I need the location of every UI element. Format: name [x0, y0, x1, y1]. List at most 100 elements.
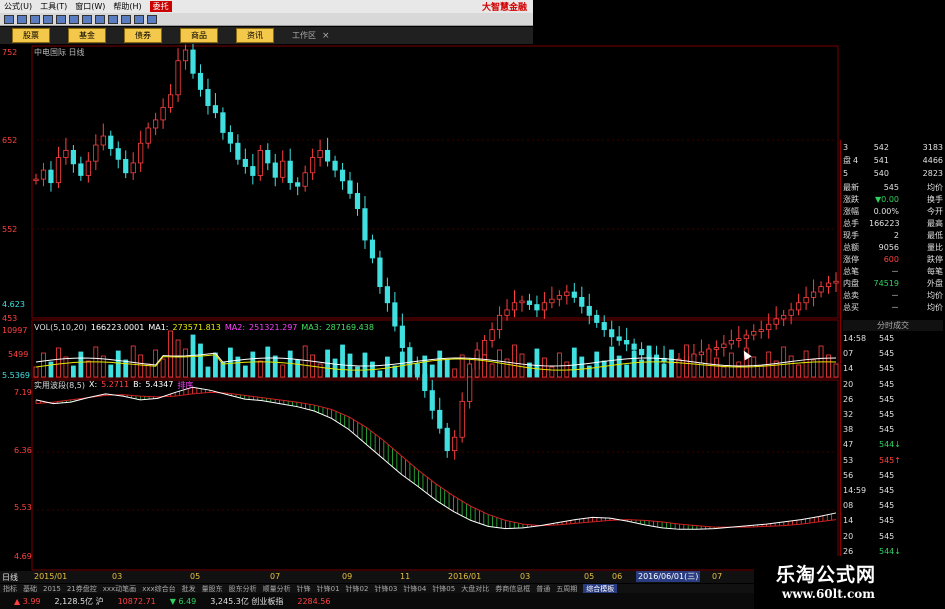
- menu-item-formula[interactable]: 公式(U): [4, 1, 32, 12]
- stat-label: 量比: [927, 243, 943, 252]
- quote-panel: 3 542 3183 盘 4 541 4466 5 540 2823 最新 545…: [840, 140, 945, 584]
- bottom-tab[interactable]: 顺量分析: [263, 584, 291, 593]
- bottom-tab[interactable]: 综合模板: [583, 584, 618, 593]
- bottom-tab[interactable]: 2015: [43, 585, 61, 593]
- toolbar-icon[interactable]: [121, 14, 131, 24]
- chart-svg[interactable]: [0, 42, 840, 584]
- vol-ma2-value: 251321.297: [249, 323, 298, 332]
- stat-label: 今开: [927, 207, 943, 216]
- volume-bar: [198, 343, 203, 378]
- order-book-row[interactable]: 5 540 2823: [843, 168, 943, 179]
- bottom-tab[interactable]: 普通: [536, 584, 550, 593]
- bottom-tab[interactable]: 券商信息框: [495, 584, 530, 593]
- candle-body: [624, 340, 630, 345]
- stat-label: 涨跌: [843, 195, 859, 204]
- volume-bar: [534, 348, 540, 378]
- volume-bar: [377, 370, 383, 378]
- order-book-row[interactable]: 盘 4 541 4466: [843, 155, 943, 166]
- volume-bar: [721, 366, 727, 378]
- date-label: 11: [400, 572, 411, 581]
- order-button[interactable]: 委托: [149, 1, 172, 12]
- stat-value: －: [891, 303, 899, 312]
- candle-body: [369, 239, 376, 259]
- stat-value: 0.00%: [873, 207, 899, 216]
- menu-item-window[interactable]: 窗口(W): [75, 1, 105, 12]
- bottom-tab[interactable]: 基础: [23, 584, 37, 593]
- watermark-url: www.60lt.com: [782, 587, 875, 601]
- toolbar-icon[interactable]: [43, 14, 53, 24]
- candle-body: [788, 309, 794, 316]
- toolbar-icon[interactable]: [4, 14, 14, 24]
- candle-body: [160, 106, 166, 121]
- candle-body: [70, 149, 76, 165]
- bottom-tab[interactable]: xxx动笔画: [103, 584, 136, 593]
- bottom-tab[interactable]: 大盘对比: [461, 584, 489, 593]
- bottom-tab[interactable]: 针锋05: [432, 584, 455, 593]
- bottom-tab[interactable]: 指标: [3, 584, 17, 593]
- volume-bar: [556, 352, 562, 378]
- date-label: 05: [584, 572, 595, 581]
- bottom-tab[interactable]: 量股东: [202, 584, 223, 593]
- bottom-tab[interactable]: 针锋04: [403, 584, 426, 593]
- nav-news-button[interactable]: 资讯: [236, 28, 274, 43]
- candle-body: [392, 302, 398, 327]
- bottom-tab[interactable]: 针锋: [297, 584, 311, 593]
- bottom-tab[interactable]: 股东分析: [229, 584, 257, 593]
- candle-body: [317, 149, 323, 158]
- candle-body: [526, 300, 533, 305]
- candle-body: [796, 302, 802, 311]
- bottom-tab[interactable]: xxx综合台: [142, 584, 175, 593]
- bottom-tab[interactable]: 针锋03: [374, 584, 397, 593]
- toolbar-icon[interactable]: [134, 14, 144, 24]
- toolbar-icon[interactable]: [108, 14, 118, 24]
- close-icon[interactable]: ×: [322, 31, 330, 41]
- toolbar-icon[interactable]: [17, 14, 27, 24]
- menu-item-tools[interactable]: 工具(T): [40, 1, 67, 12]
- candle-body: [825, 282, 832, 288]
- candle-body: [175, 60, 181, 96]
- tick-time: 38: [843, 425, 854, 435]
- toolbar-icon[interactable]: [95, 14, 105, 24]
- volume-bar: [706, 348, 712, 378]
- volume-bar: [205, 366, 211, 378]
- stats-row: 总笔 － 每笔: [843, 266, 943, 277]
- indicator-sort-button[interactable]: 排序: [177, 380, 193, 391]
- volume-bar: [115, 350, 121, 378]
- menu-bar: 公式(U) 工具(T) 窗口(W) 帮助(H) 委托 大智慧金融: [0, 0, 533, 13]
- order-book-row[interactable]: 3 542 3183: [843, 142, 943, 153]
- volume-bar: [519, 353, 525, 378]
- tick-time: 26: [843, 546, 854, 556]
- volume-bar: [138, 354, 144, 378]
- chart-area[interactable]: 中电国际 日线 752 652 552 453 4.623 VOL(5,10,2…: [0, 42, 840, 584]
- workspace-label[interactable]: 工作区: [292, 30, 316, 41]
- bottom-tab[interactable]: 五周期: [556, 584, 577, 593]
- bottom-tab[interactable]: 针锋01: [317, 584, 340, 593]
- toolbar-icon[interactable]: [69, 14, 79, 24]
- volume-bar: [549, 366, 555, 378]
- period-daily-label: 日线: [2, 573, 18, 582]
- nav-funds-button[interactable]: 基金: [68, 28, 106, 43]
- toolbar-icon[interactable]: [30, 14, 40, 24]
- indicator-x-label: X:: [88, 380, 98, 389]
- toolbar-icon[interactable]: [82, 14, 92, 24]
- menu-item-help[interactable]: 帮助(H): [113, 1, 141, 12]
- bottom-tab[interactable]: 批发: [182, 584, 196, 593]
- nav-stocks-button[interactable]: 股票: [12, 28, 50, 43]
- date-label: 09: [342, 572, 353, 581]
- toolbar-icon[interactable]: [56, 14, 66, 24]
- bottom-tab[interactable]: 针锋02: [346, 584, 369, 593]
- candle-body: [579, 296, 585, 307]
- price-axis-label: 552: [2, 225, 18, 234]
- volume-bar: [803, 350, 809, 378]
- stat-label: 内盘: [843, 279, 859, 288]
- candle-body: [153, 119, 159, 129]
- volume-bar: [340, 344, 345, 378]
- stats-row: 总卖 － 均价: [843, 290, 943, 301]
- nav-bonds-button[interactable]: 债券: [124, 28, 162, 43]
- nav-commodities-button[interactable]: 商品: [180, 28, 218, 43]
- tick-row: 26 545: [843, 394, 943, 405]
- stat-label: 跌停: [927, 255, 943, 264]
- bottom-tab[interactable]: 21券盘控: [67, 584, 97, 593]
- toolbar-icon[interactable]: [147, 14, 157, 24]
- candle-body: [459, 400, 465, 438]
